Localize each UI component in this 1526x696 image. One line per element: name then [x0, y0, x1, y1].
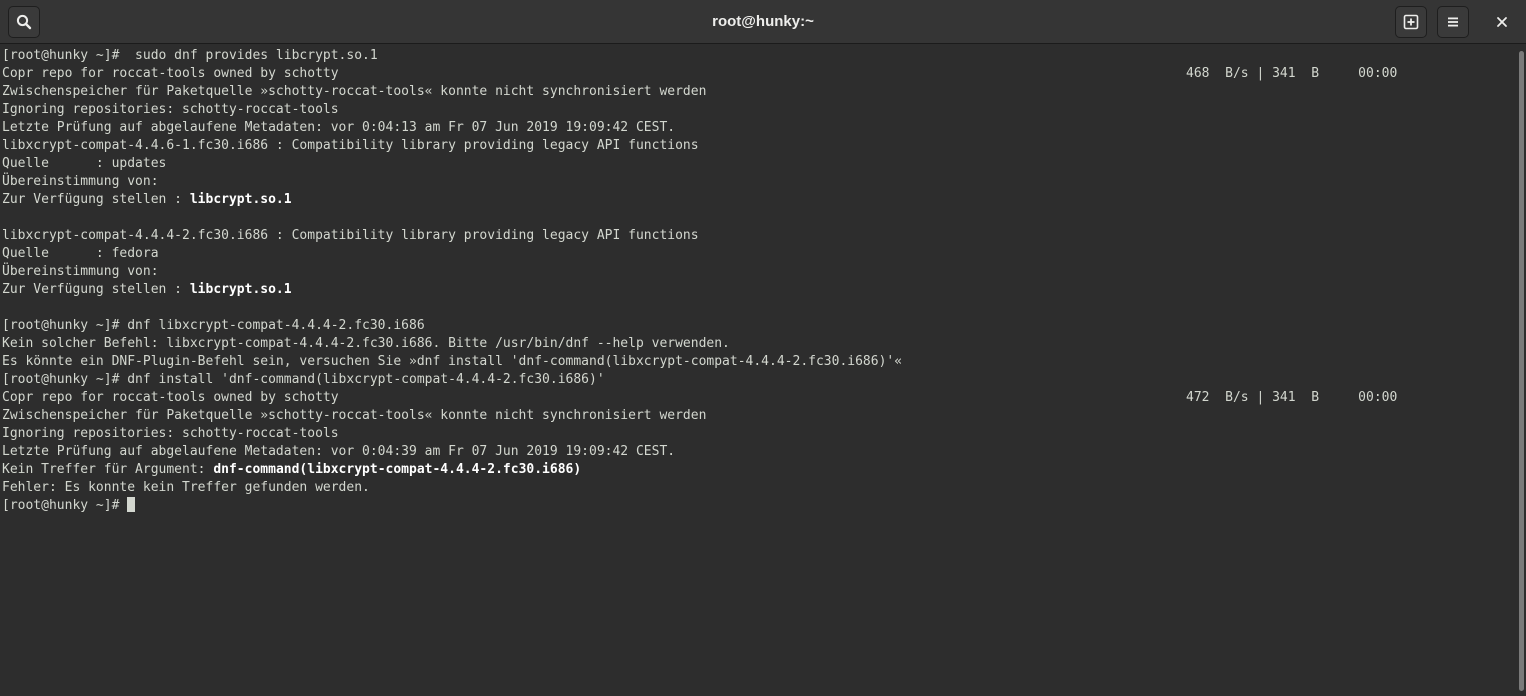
- terminal-line: Zwischenspeicher für Paketquelle »schott…: [2, 407, 1517, 425]
- terminal-line-text: Zur Verfügung stellen :: [2, 282, 190, 297]
- terminal-line: Kein Treffer für Argument: dnf-command(l…: [2, 461, 1517, 479]
- terminal-line-text: libxcrypt-compat-4.4.6-1.fc30.i686 : Com…: [2, 138, 699, 153]
- terminal-line-text: Es könnte ein DNF-Plugin-Befehl sein, ve…: [2, 354, 903, 369]
- terminal-line: Zwischenspeicher für Paketquelle »schott…: [2, 83, 1517, 101]
- text-cursor: [127, 497, 136, 512]
- terminal-line-text: [root@hunky ~]# sudo dnf provides libcry…: [2, 48, 378, 63]
- search-button[interactable]: [8, 6, 40, 38]
- terminal-line: Letzte Prüfung auf abgelaufene Metadaten…: [2, 119, 1517, 137]
- terminal-line: Zur Verfügung stellen : libcrypt.so.1: [2, 281, 1517, 299]
- terminal-window: root@hunky:~ [root@hunky ~]# sudo dnf pr…: [0, 0, 1526, 696]
- terminal-line: libxcrypt-compat-4.4.6-1.fc30.i686 : Com…: [2, 137, 1517, 155]
- terminal-line: [root@hunky ~]# sudo dnf provides libcry…: [2, 47, 1517, 65]
- shell-prompt: [root@hunky ~]#: [2, 498, 128, 513]
- window-title: root@hunky:~: [712, 13, 814, 30]
- menu-button[interactable]: [1437, 6, 1469, 38]
- hamburger-menu-icon: [1448, 17, 1458, 27]
- terminal-line-text: Quelle : updates: [2, 156, 167, 171]
- terminal-line-text: Ignoring repositories: schotty-roccat-to…: [2, 426, 339, 441]
- terminal-line: [root@hunky ~]# dnf install 'dnf-command…: [2, 371, 1517, 389]
- terminal-line: Zur Verfügung stellen : libcrypt.so.1: [2, 191, 1517, 209]
- terminal-line: Übereinstimmung von:: [2, 173, 1517, 191]
- scrollbar-thumb[interactable]: [1519, 51, 1524, 691]
- terminal-line: Kein solcher Befehl: libxcrypt-compat-4.…: [2, 335, 1517, 353]
- terminal-line-text: Ignoring repositories: schotty-roccat-to…: [2, 102, 339, 117]
- terminal-line: Letzte Prüfung auf abgelaufene Metadaten…: [2, 443, 1517, 461]
- terminal-line: Es könnte ein DNF-Plugin-Befehl sein, ve…: [2, 353, 1517, 371]
- terminal-line-text: Übereinstimmung von:: [2, 174, 159, 189]
- download-progress-stats: 472 B/s | 341 B 00:00: [1186, 390, 1398, 405]
- download-progress-stats: 468 B/s | 341 B 00:00: [1186, 66, 1398, 81]
- terminal-line: Copr repo for roccat-tools owned by scho…: [2, 389, 1517, 407]
- terminal-line: Ignoring repositories: schotty-roccat-to…: [2, 101, 1517, 119]
- terminal-line-text: libxcrypt-compat-4.4.4-2.fc30.i686 : Com…: [2, 228, 699, 243]
- terminal-line-text: Übereinstimmung von:: [2, 264, 159, 279]
- terminal-line-text: Zwischenspeicher für Paketquelle »schott…: [2, 84, 707, 99]
- terminal-bold-text: dnf-command(libxcrypt-compat-4.4.4-2.fc3…: [213, 462, 582, 477]
- terminal-output[interactable]: [root@hunky ~]# sudo dnf provides libcry…: [0, 45, 1517, 696]
- terminal-line: [root@hunky ~]# dnf libxcrypt-compat-4.4…: [2, 317, 1517, 335]
- terminal-line: libxcrypt-compat-4.4.4-2.fc30.i686 : Com…: [2, 227, 1517, 245]
- search-icon: [16, 14, 32, 30]
- terminal-line: Quelle : updates: [2, 155, 1517, 173]
- terminal-line-text: Kein Treffer für Argument:: [2, 462, 214, 477]
- new-tab-icon: [1403, 14, 1419, 30]
- terminal-line-text: Letzte Prüfung auf abgelaufene Metadaten…: [2, 120, 676, 135]
- terminal-line: Fehler: Es konnte kein Treffer gefunden …: [2, 479, 1517, 497]
- terminal-line-text: [root@hunky ~]# dnf install 'dnf-command…: [2, 372, 605, 387]
- vertical-scrollbar[interactable]: [1517, 45, 1526, 696]
- header-bar: root@hunky:~: [0, 0, 1526, 44]
- terminal-line-text: Fehler: Es konnte kein Treffer gefunden …: [2, 480, 370, 495]
- close-button[interactable]: [1486, 6, 1518, 38]
- terminal-line-text: Zur Verfügung stellen :: [2, 192, 190, 207]
- prompt-line[interactable]: [root@hunky ~]#: [2, 497, 1517, 515]
- terminal-line-text: Letzte Prüfung auf abgelaufene Metadaten…: [2, 444, 676, 459]
- terminal-line-text: Copr repo for roccat-tools owned by scho…: [2, 66, 339, 81]
- close-icon: [1497, 17, 1507, 27]
- terminal-bold-text: libcrypt.so.1: [189, 192, 292, 207]
- terminal-bold-text: libcrypt.so.1: [189, 282, 292, 297]
- new-tab-button[interactable]: [1395, 6, 1427, 38]
- terminal-line: Ignoring repositories: schotty-roccat-to…: [2, 425, 1517, 443]
- terminal-line: Copr repo for roccat-tools owned by scho…: [2, 65, 1517, 83]
- terminal-line-text: Zwischenspeicher für Paketquelle »schott…: [2, 408, 707, 423]
- terminal-line-text: [root@hunky ~]# dnf libxcrypt-compat-4.4…: [2, 318, 425, 333]
- terminal-line-text: Kein solcher Befehl: libxcrypt-compat-4.…: [2, 336, 730, 351]
- terminal-line: Quelle : fedora: [2, 245, 1517, 263]
- terminal-line-text: Quelle : fedora: [2, 246, 159, 261]
- terminal-line-text: Copr repo for roccat-tools owned by scho…: [2, 390, 339, 405]
- terminal-line: Übereinstimmung von:: [2, 263, 1517, 281]
